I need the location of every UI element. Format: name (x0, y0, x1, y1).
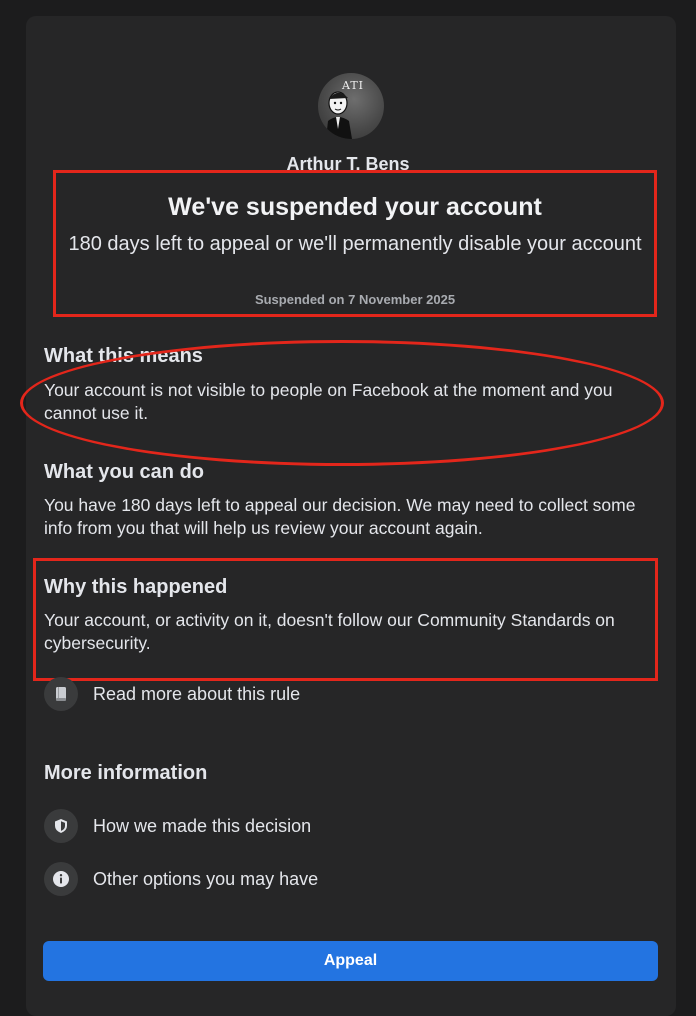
how-we-made-decision-link[interactable]: How we made this decision (44, 809, 311, 843)
annotation-ellipse (20, 340, 664, 466)
how-we-made-decision-label: How we made this decision (93, 815, 312, 836)
read-more-rule-label: Read more about this rule (93, 683, 301, 704)
page-title: We've suspended your account (168, 193, 542, 221)
why-this-happened-heading: Why this happened (44, 576, 228, 598)
appeal-button[interactable]: Appeal (43, 941, 658, 981)
what-you-can-do-text: You have 180 days left to appeal our dec… (44, 495, 636, 538)
appeal-deadline-text: 180 days left to appeal or we'll permane… (68, 233, 642, 255)
book-icon (44, 677, 78, 711)
avatar-portrait (326, 91, 352, 139)
what-you-can-do-heading: What you can do (44, 461, 204, 483)
shield-icon (44, 809, 78, 843)
other-options-link[interactable]: Other options you may have (44, 862, 318, 896)
other-options-label: Other options you may have (93, 868, 319, 889)
read-more-rule-link[interactable]: Read more about this rule (44, 677, 300, 711)
more-information-heading: More information (44, 762, 208, 784)
avatar: ATI (318, 73, 384, 139)
why-this-happened-text: Your account, or activity on it, doesn't… (44, 610, 615, 653)
info-icon (44, 862, 78, 896)
suspension-date: Suspended on 7 November 2025 (254, 292, 456, 307)
